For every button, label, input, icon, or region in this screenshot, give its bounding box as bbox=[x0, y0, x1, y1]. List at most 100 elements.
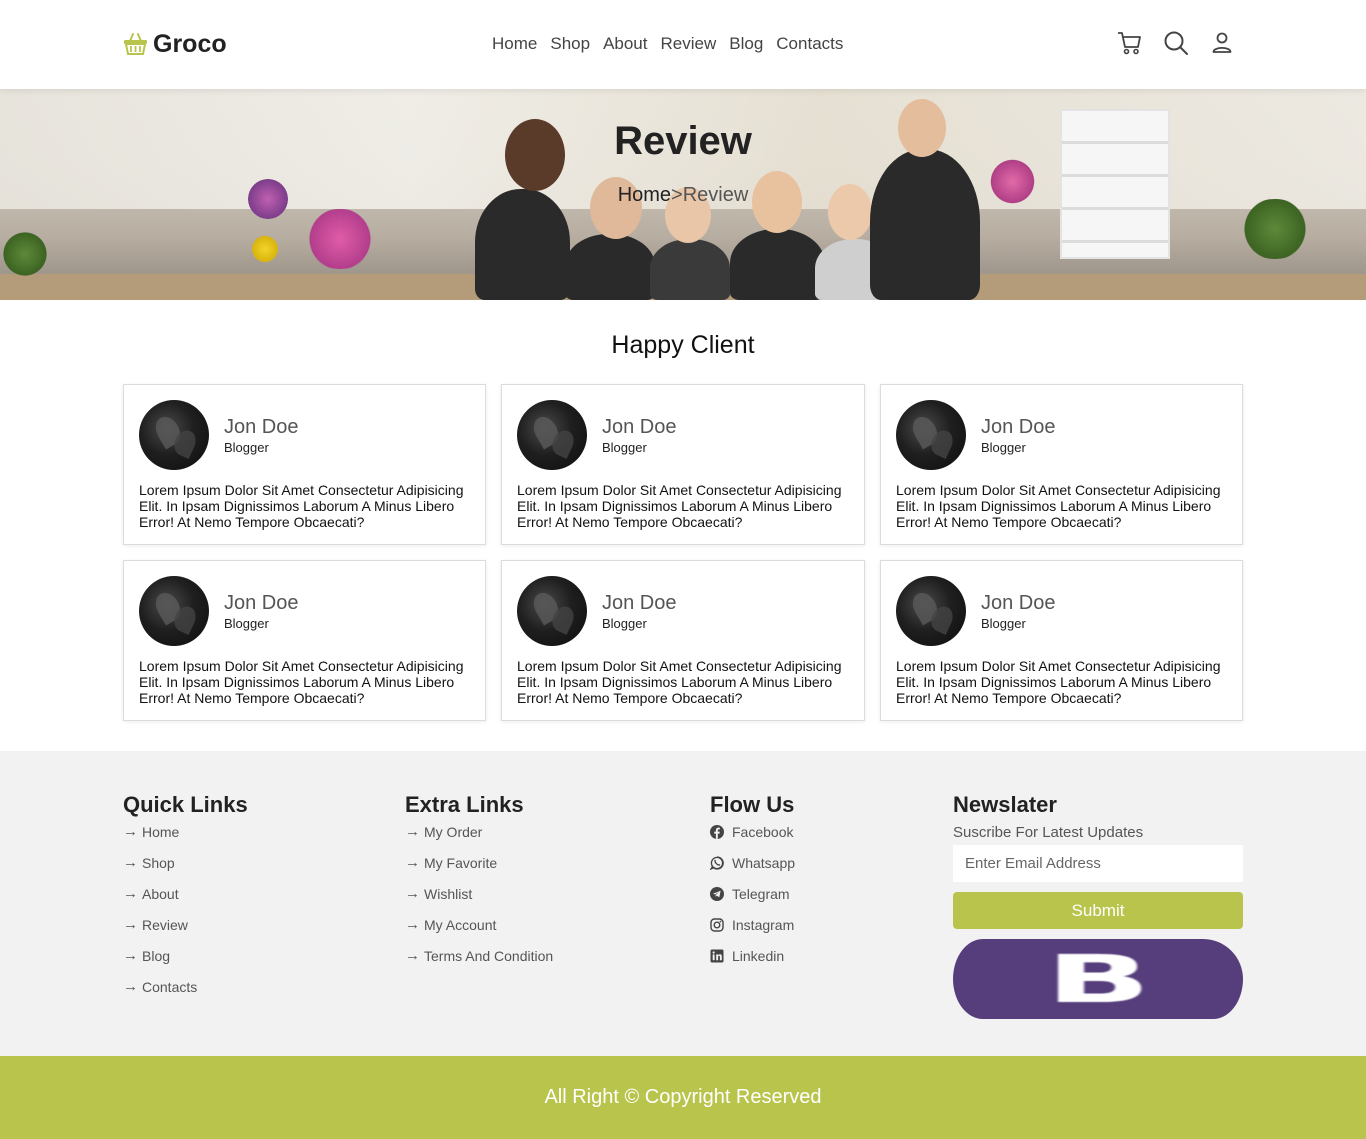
review-text: Lorem Ipsum Dolor Sit Amet Consectetur A… bbox=[517, 658, 842, 706]
footer-link-review[interactable]: → Review bbox=[123, 917, 248, 948]
email-field[interactable] bbox=[953, 845, 1243, 882]
review-card: Jon Doe Blogger Lorem Ipsum Dolor Sit Am… bbox=[880, 560, 1243, 721]
footer-link-my-account[interactable]: → My Account bbox=[405, 917, 553, 948]
page-title: Review bbox=[614, 119, 752, 163]
bootstrap-logo: B bbox=[953, 939, 1243, 1019]
nav-about[interactable]: About bbox=[603, 34, 647, 54]
review-text: Lorem Ipsum Dolor Sit Amet Consectetur A… bbox=[517, 482, 842, 530]
review-text: Lorem Ipsum Dolor Sit Amet Consectetur A… bbox=[139, 658, 464, 706]
reviewer-role: Blogger bbox=[981, 440, 1026, 455]
arrow-right-icon: → bbox=[405, 916, 420, 933]
cart-icon[interactable] bbox=[1117, 30, 1143, 56]
footer-link-blog[interactable]: → Blog bbox=[123, 948, 248, 979]
review-card: Jon Doe Blogger Lorem Ipsum Dolor Sit Am… bbox=[880, 384, 1243, 545]
copyright-text: All Right © Copyright Reserved bbox=[544, 1086, 822, 1108]
footer-link-wishlist[interactable]: → Wishlist bbox=[405, 886, 553, 917]
reviewer-name: Jon Doe bbox=[224, 592, 299, 614]
hero-flower bbox=[250, 234, 280, 264]
brand-letter: B bbox=[1045, 940, 1151, 1018]
footer-link-about[interactable]: → About bbox=[123, 886, 248, 917]
logo-text: Groco bbox=[153, 29, 227, 58]
section-title: Happy Client bbox=[611, 331, 755, 359]
social-link-instagram[interactable]: Instagram bbox=[710, 917, 795, 948]
search-icon[interactable] bbox=[1163, 30, 1189, 56]
footer-link-label: My Favorite bbox=[424, 855, 498, 871]
social-link-label: Whatsapp bbox=[732, 855, 796, 871]
footer-link-terms[interactable]: → Terms And Condition bbox=[405, 948, 553, 979]
reviewer-name: Jon Doe bbox=[602, 592, 677, 614]
reviewer-role: Blogger bbox=[602, 616, 647, 631]
follow-us-title: Flow Us bbox=[710, 792, 795, 817]
footer-link-home[interactable]: → Home bbox=[123, 824, 248, 855]
review-text: Lorem Ipsum Dolor Sit Amet Consectetur A… bbox=[896, 482, 1221, 530]
footer-link-label: Shop bbox=[142, 855, 175, 871]
social-link-label: Linkedin bbox=[732, 948, 785, 964]
review-card: Jon Doe Blogger Lorem Ipsum Dolor Sit Am… bbox=[123, 560, 486, 721]
nav-home[interactable]: Home bbox=[492, 34, 537, 54]
review-text: Lorem Ipsum Dolor Sit Amet Consectetur A… bbox=[896, 658, 1221, 706]
hero-plant bbox=[1235, 199, 1315, 259]
reviewer-role: Blogger bbox=[224, 616, 269, 631]
reviewer-role: Blogger bbox=[602, 440, 647, 455]
quick-links-title: Quick Links bbox=[123, 792, 248, 817]
review-grid: Jon Doe Blogger Lorem Ipsum Dolor Sit Am… bbox=[123, 384, 1243, 721]
arrow-right-icon: → bbox=[123, 916, 138, 933]
reviewer-name: Jon Doe bbox=[981, 592, 1056, 614]
user-icon[interactable] bbox=[1209, 30, 1235, 56]
extra-links: Extra Links → My Order → My Favorite → Wish… bbox=[405, 792, 553, 979]
social-link-linkedin[interactable]: Linkedin bbox=[710, 948, 795, 979]
social-link-telegram[interactable]: Telegram bbox=[710, 886, 795, 917]
social-link-whatsapp[interactable]: Whatsapp bbox=[710, 855, 795, 886]
review-card: Jon Doe Blogger Lorem Ipsum Dolor Sit Am… bbox=[501, 560, 865, 721]
social-link-facebook[interactable]: Facebook bbox=[710, 824, 795, 855]
review-card: Jon Doe Blogger Lorem Ipsum Dolor Sit Am… bbox=[123, 384, 486, 545]
arrow-right-icon: → bbox=[123, 978, 138, 995]
nav-review[interactable]: Review bbox=[661, 34, 717, 54]
avatar bbox=[896, 576, 966, 646]
social-link-label: Instagram bbox=[732, 917, 795, 933]
review-card: Jon Doe Blogger Lorem Ipsum Dolor Sit Am… bbox=[501, 384, 865, 545]
social-link-label: Telegram bbox=[732, 886, 790, 902]
breadcrumb-home[interactable]: Home bbox=[618, 184, 671, 206]
facebook-icon bbox=[710, 825, 724, 839]
nav-shop[interactable]: Shop bbox=[550, 34, 590, 54]
reviewer-name: Jon Doe bbox=[602, 416, 677, 438]
reviewer-role: Blogger bbox=[224, 440, 269, 455]
arrow-right-icon: → bbox=[123, 885, 138, 902]
footer-link-shop[interactable]: → Shop bbox=[123, 855, 248, 886]
footer-link-label: My Order bbox=[424, 824, 483, 840]
logo[interactable]: Groco bbox=[122, 29, 227, 59]
review-text: Lorem Ipsum Dolor Sit Amet Consectetur A… bbox=[139, 482, 464, 530]
hero-person bbox=[565, 234, 655, 300]
telegram-icon bbox=[710, 887, 724, 901]
nav-blog[interactable]: Blog bbox=[729, 34, 763, 54]
hero-flower bbox=[300, 209, 380, 269]
footer-link-label: Blog bbox=[142, 948, 171, 964]
submit-button[interactable]: Submit bbox=[953, 892, 1243, 929]
arrow-right-icon: → bbox=[405, 823, 420, 840]
avatar bbox=[896, 400, 966, 470]
footer-link-my-favorite[interactable]: → My Favorite bbox=[405, 855, 553, 886]
main-nav: Home Shop About Review Blog Contacts bbox=[492, 34, 843, 54]
footer-link-label: Home bbox=[142, 824, 180, 840]
avatar bbox=[139, 576, 209, 646]
footer-link-label: My Account bbox=[424, 917, 497, 933]
nav-contacts[interactable]: Contacts bbox=[776, 34, 843, 54]
breadcrumb: Home>Review bbox=[0, 184, 1366, 207]
arrow-right-icon: → bbox=[405, 854, 420, 871]
newsletter-subtitle: Suscribe For Latest Updates bbox=[953, 824, 1144, 841]
reviewer-name: Jon Doe bbox=[224, 416, 299, 438]
avatar bbox=[139, 400, 209, 470]
arrow-right-icon: → bbox=[405, 885, 420, 902]
instagram-icon bbox=[710, 918, 724, 932]
breadcrumb-separator: > bbox=[671, 184, 683, 206]
footer-link-my-order[interactable]: → My Order bbox=[405, 824, 553, 855]
hero-person bbox=[870, 149, 980, 300]
follow-us: Flow Us Facebook Whatsapp Telegram Insta… bbox=[710, 792, 795, 979]
footer-link-contacts[interactable]: → Contacts bbox=[123, 979, 248, 1010]
footer-link-label: About bbox=[142, 886, 179, 902]
footer-link-label: Terms And Condition bbox=[424, 948, 554, 964]
social-link-label: Facebook bbox=[732, 824, 794, 840]
header-actions bbox=[1117, 30, 1235, 56]
hero-plant bbox=[0, 229, 50, 279]
